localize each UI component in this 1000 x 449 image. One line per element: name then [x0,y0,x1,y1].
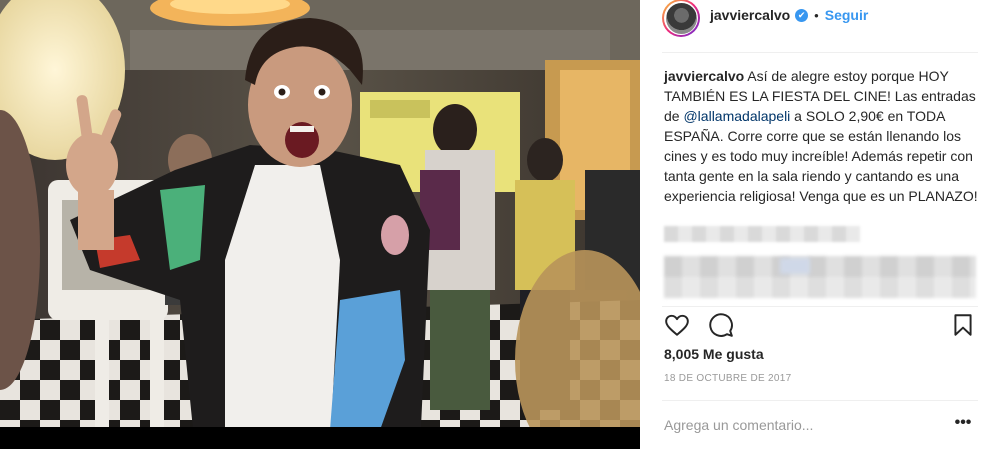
post-caption: javviercalvo Así de alegre estoy porque … [664,66,982,206]
action-bar [664,312,976,338]
comment-bubble-icon[interactable] [708,312,734,338]
bookmark-icon[interactable] [950,312,976,338]
post-photo[interactable] [0,0,640,449]
heart-icon[interactable] [664,312,690,338]
avatar[interactable] [662,0,700,37]
photo-image [0,0,640,449]
post-header: javviercalvo ✔ • Seguir [662,0,978,53]
verified-badge-icon: ✔ [795,8,809,22]
post-sidebar: javviercalvo ✔ • Seguir javviercalvo Así… [640,0,1000,449]
username-link[interactable]: javviercalvo [710,7,790,23]
divider [662,306,978,307]
caption-author[interactable]: javviercalvo [664,68,744,84]
avatar-ring [664,1,698,35]
blurred-comment [664,256,976,298]
header-text: javviercalvo ✔ • Seguir [710,7,868,23]
blurred-comment [664,226,860,242]
header-separator: • [814,7,819,23]
caption-mention-link[interactable]: @lallamadalapeli [683,108,790,124]
avatar-image [665,2,697,34]
window-edge [986,0,1000,449]
more-options-button[interactable]: ••• [952,414,974,436]
blurred-mention [780,258,810,274]
divider [662,400,978,401]
comment-input[interactable] [664,414,934,436]
post-date[interactable]: 18 DE OCTUBRE DE 2017 [664,373,791,384]
likes-count[interactable]: 8,005 Me gusta [664,346,764,362]
follow-button[interactable]: Seguir [825,7,869,23]
